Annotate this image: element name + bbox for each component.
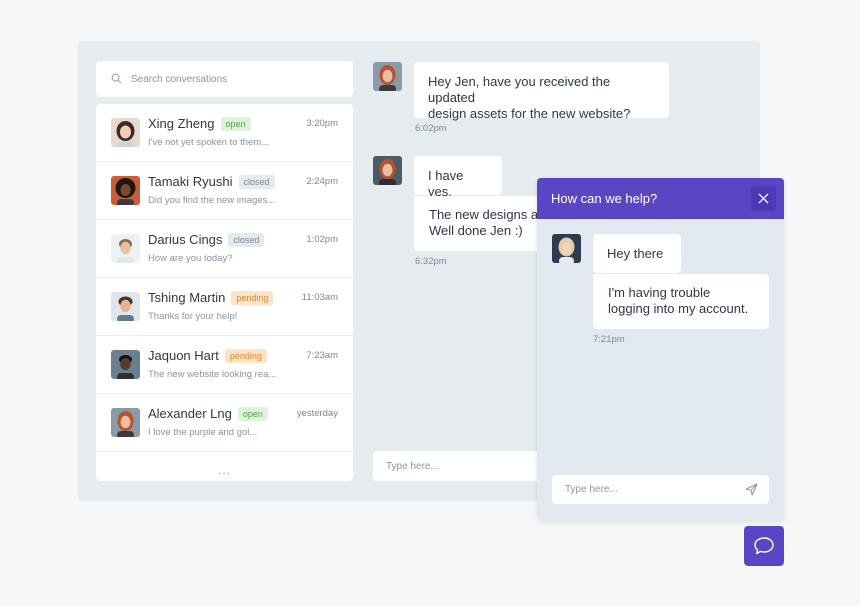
widget-header: How can we help? xyxy=(537,178,784,219)
message-text: logging into my account. xyxy=(608,301,749,316)
chat-launcher-button[interactable] xyxy=(744,526,784,566)
help-widget: How can we help? Hey there I'm having tr… xyxy=(537,178,784,520)
status-badge: closed xyxy=(228,233,265,247)
conversation-name: Xing Zheng open xyxy=(148,116,251,131)
message-text: Hey Jen, have you received the updated xyxy=(428,74,611,105)
message-bubble: The new designs ar Well done Jen :) xyxy=(414,196,544,251)
message-text: The new designs ar xyxy=(429,207,543,222)
widget-message-box[interactable] xyxy=(552,475,769,504)
conversation-item-tshing-martin[interactable]: Tshing Martin pending 11:03am Thanks for … xyxy=(96,278,353,336)
message-avatar xyxy=(373,62,402,91)
conversation-time: 11:03am xyxy=(301,292,338,303)
avatar xyxy=(111,292,140,321)
avatar xyxy=(111,176,140,205)
status-badge: pending xyxy=(231,291,274,305)
conversation-list: Xing Zheng open 3:20pm I've not yet spoke… xyxy=(96,104,353,481)
widget-message-bubble: Hey there xyxy=(593,234,681,273)
conversation-item-xing-zheng[interactable]: Xing Zheng open 3:20pm I've not yet spoke… xyxy=(96,104,353,162)
widget-message-time: 7:21pm xyxy=(593,334,625,345)
search-box[interactable] xyxy=(96,61,353,97)
message-time: 6:02pm xyxy=(415,123,447,134)
conversation-name: Alexander Lng open xyxy=(148,406,268,421)
conversation-time: yesterday xyxy=(296,408,338,419)
conversation-name: Darius Cings closed xyxy=(148,232,265,247)
status-badge: open xyxy=(220,117,251,131)
close-button[interactable] xyxy=(751,186,776,211)
conversation-name: Jaquon Hart pending xyxy=(148,348,267,363)
status-badge: pending xyxy=(224,349,267,363)
conversation-name: Tamaki Ryushi closed xyxy=(148,174,275,189)
avatar xyxy=(111,118,140,147)
send-icon[interactable] xyxy=(745,483,758,496)
conversation-preview: How are you today? xyxy=(148,253,233,264)
widget-message-bubble: I'm having trouble logging into my accou… xyxy=(593,274,769,329)
message-time: 6:32pm xyxy=(415,256,447,267)
widget-title: How can we help? xyxy=(551,191,658,206)
load-more-button[interactable]: ... xyxy=(96,463,353,477)
message-text: Hey there xyxy=(607,246,664,261)
conversation-preview: I love the purple and gol... xyxy=(148,427,258,438)
message-text: design assets for the new website? xyxy=(428,106,631,121)
message-text: I'm having trouble xyxy=(608,285,711,300)
message-avatar xyxy=(373,156,402,185)
message-text: Well done Jen :) xyxy=(429,223,523,238)
conversation-preview: The new website looking rea... xyxy=(148,369,277,380)
conversation-time: 2:24pm xyxy=(306,176,338,187)
chat-bubble-icon xyxy=(753,536,775,556)
conversation-time: 7:23am xyxy=(306,350,338,361)
agent-avatar xyxy=(552,234,581,263)
status-badge: open xyxy=(237,407,268,421)
close-icon xyxy=(758,193,769,204)
search-input[interactable] xyxy=(129,72,333,86)
avatar xyxy=(111,408,140,437)
main-message-box[interactable] xyxy=(373,451,553,481)
message-bubble: I have yes. xyxy=(414,156,502,199)
conversation-item-tamaki-ryushi[interactable]: Tamaki Ryushi closed 2:24pm Did you find … xyxy=(96,162,353,220)
message-bubble: Hey Jen, have you received the updated d… xyxy=(414,62,669,121)
conversation-time: 1:02pm xyxy=(306,234,338,245)
conversation-item-alexander-lng[interactable]: Alexander Lng open yesterday I love the p… xyxy=(96,394,353,452)
conversation-item-darius-cings[interactable]: Darius Cings closed 1:02pm How are you to… xyxy=(96,220,353,278)
avatar xyxy=(111,350,140,379)
widget-message-input[interactable] xyxy=(563,483,737,496)
search-icon xyxy=(111,73,123,85)
avatar xyxy=(111,234,140,263)
status-badge: closed xyxy=(238,175,275,189)
main-message-input[interactable] xyxy=(384,459,538,473)
conversation-item-jaquon-hart[interactable]: Jaquon Hart pending 7:23am The new websit… xyxy=(96,336,353,394)
conversation-name: Tshing Martin pending xyxy=(148,290,274,305)
conversation-preview: Did you find the new images... xyxy=(148,195,276,206)
conversation-preview: I've not yet spoken to them... xyxy=(148,137,270,148)
conversation-time: 3:20pm xyxy=(306,118,338,129)
conversation-preview: Thanks for your help! xyxy=(148,311,238,322)
